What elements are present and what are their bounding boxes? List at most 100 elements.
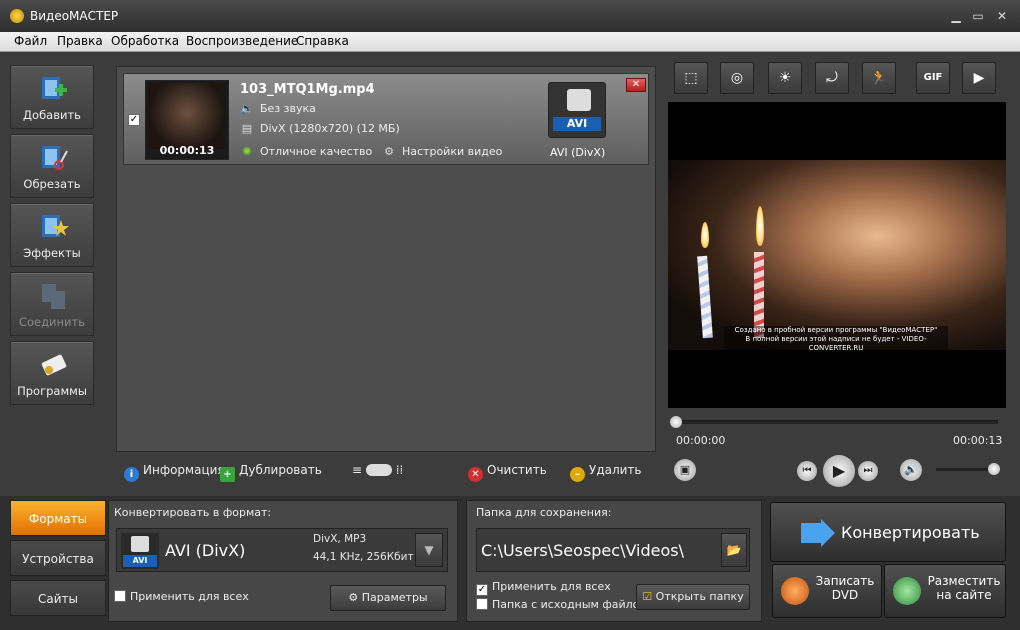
window-title: ВидеоМАСТЕР [30,9,119,23]
info-button[interactable]: i Информация [124,463,225,482]
snapshot-icon: ▣ [679,463,691,476]
output-path: C:\Users\Seospec\Videos\ [481,541,685,560]
video-info-text: DivX (1280x720) (12 МБ) [260,122,400,135]
film-icon: ▤ [241,122,253,135]
brightness-tool-button[interactable]: ☀ [768,62,802,94]
save-apply-all-checkbox[interactable]: ✓ [476,584,488,596]
menu-playback[interactable]: Воспроизведение [186,34,298,48]
close-window-button[interactable]: ✕ [992,8,1012,24]
tab-devices[interactable]: Устройства [10,540,106,576]
format-apply-all-checkbox[interactable] [114,590,126,602]
menu-file[interactable]: Файл [14,34,47,48]
convert-arrow-icon [801,519,835,547]
menu-process[interactable]: Обработка [111,34,179,48]
watermark-tool-button[interactable]: ◎ [720,62,754,94]
file-list-item[interactable]: ✓ 00:00:13 103_MTQ1Mg.mp4 🔈 Без звука ▤ Di… [123,73,649,165]
tab-sites[interactable]: Сайты [10,580,106,616]
add-video-icon [42,77,67,99]
dvd-icon [781,577,809,605]
parameters-button[interactable]: ⚙ Параметры [330,585,446,611]
convert-button[interactable]: Конвертировать [770,502,1006,562]
fast-forward-button[interactable]: ⏭ [858,461,878,481]
player-tools: ⬚ ◎ ☀ ⤾ 🏃 GIF ▶ [668,58,1010,98]
clear-button-label: Очистить [487,463,547,477]
save-apply-all[interactable]: ✓ Применить для всех [476,580,611,596]
info-button-label: Информация [143,463,225,477]
duplicate-button[interactable]: + Дублировать [220,463,322,482]
format-apply-all-label: Применить для всех [130,590,249,603]
source-folder-option[interactable]: Папка с исходным файлом [476,598,648,611]
join-button[interactable]: Соединить [10,272,94,336]
seek-bar[interactable] [670,416,998,428]
join-button-label: Соединить [18,315,86,329]
watermark-icon: ◎ [730,70,744,86]
format-codec: DivX, MP3 [313,533,367,545]
seek-handle[interactable] [670,416,682,428]
tab-formats[interactable]: Форматы [10,500,106,536]
fullscreen-tool-button[interactable]: ▶ [962,62,996,94]
rotate-icon: ⤾ [826,70,838,86]
minimize-button[interactable]: ▁ [946,8,966,24]
volume-handle[interactable] [988,463,1000,475]
format-apply-all[interactable]: Применить для всех [114,590,249,603]
cut-button[interactable]: Обрезать [10,134,94,198]
info-icon: i [124,467,139,482]
view-toggle[interactable]: ≡ ⁞⁞ [352,463,403,477]
burn-dvd-button[interactable]: Записать DVD [772,564,882,618]
chevron-down-icon: ▼ [424,543,434,557]
view-switch-icon [365,464,392,476]
output-path-field[interactable]: C:\Users\Seospec\Videos\ 📂 [476,528,750,572]
speed-tool-button[interactable]: 🏃 [862,62,896,94]
play-button[interactable]: ▶ [823,455,855,487]
open-folder-button[interactable]: ☑ Открыть папку [636,584,750,610]
menu-help[interactable]: Справка [296,34,349,48]
add-button[interactable]: Добавить [10,65,94,129]
snapshot-button[interactable]: ▣ [674,459,696,481]
remove-file-button[interactable]: ✕ [626,78,646,92]
publish-online-button[interactable]: Разместить на сайте [884,564,1006,618]
volume-icon: 🔊 [904,463,918,476]
delete-button[interactable]: – Удалить [570,463,642,482]
rewind-icon: ⏮ [802,465,812,476]
output-format-badge[interactable]: AVI [548,82,606,138]
file-list[interactable]: ✓ 00:00:13 103_MTQ1Mg.mp4 🔈 Без звука ▤ Di… [116,66,656,452]
file-list-toolbar: i Информация + Дублировать ≡ ⁞⁞ ✕ Очистить … [116,458,656,484]
file-checkbox[interactable]: ✓ [128,114,140,126]
video-preview[interactable]: Создано в пробной версии программы "Виде… [668,102,1006,408]
crop-tool-button[interactable]: ⬚ [674,62,708,94]
rewind-button[interactable]: ⏮ [797,461,817,481]
menu-edit[interactable]: Правка [57,34,103,48]
maximize-button[interactable]: ▭ [968,8,988,24]
app-window: ВидеоМАСТЕР ▁ ▭ ✕ Файл Правка Обработка … [0,0,1020,630]
fullscreen-icon: ▶ [973,70,985,86]
rotate-tool-button[interactable]: ⤾ [815,62,849,94]
video-frame: Создано в пробной версии программы "Виде… [668,160,1006,350]
clear-button[interactable]: ✕ Очистить [468,463,547,482]
video-thumbnail[interactable]: 00:00:13 [145,80,229,160]
candle-left [697,255,713,339]
effects-button[interactable]: Эффекты [10,203,94,267]
format-name: AVI (DivX) [165,541,246,560]
fast-forward-icon: ⏭ [863,465,873,476]
clear-icon: ✕ [468,467,483,482]
volume-slider[interactable] [936,463,1000,475]
source-folder-label: Папка с исходным файлом [492,598,648,611]
title-bar: ВидеоМАСТЕР ▁ ▭ ✕ [0,0,1020,32]
format-dropdown-button[interactable]: ▼ [415,533,443,567]
thumbnail-duration: 00:00:13 [159,144,215,157]
quality-setting[interactable]: ✺ Отличное качество [240,145,372,158]
effects-button-label: Эффекты [23,246,81,260]
save-apply-all-label: Применить для всех [492,580,611,593]
browse-folder-button[interactable]: 📂 [721,533,747,567]
gif-tool-button[interactable]: GIF [916,62,950,94]
volume-button[interactable]: 🔊 [900,459,922,481]
video-settings-link[interactable]: ⚙ Настройки видео [382,145,502,158]
thumbnail-image [148,83,226,149]
flame-right [756,206,764,246]
source-folder-checkbox[interactable] [476,598,488,610]
gear-icon: ⚙ [348,591,362,604]
programs-button[interactable]: Программы [10,341,94,405]
menu-bar: Файл Правка Обработка Воспроизведение Сп… [0,32,1020,52]
format-panel-title: Конвертировать в формат: [114,506,272,519]
format-selector[interactable]: AVI AVI (DivX) DivX, MP3 44,1 KHz, 256Кб… [116,528,448,572]
